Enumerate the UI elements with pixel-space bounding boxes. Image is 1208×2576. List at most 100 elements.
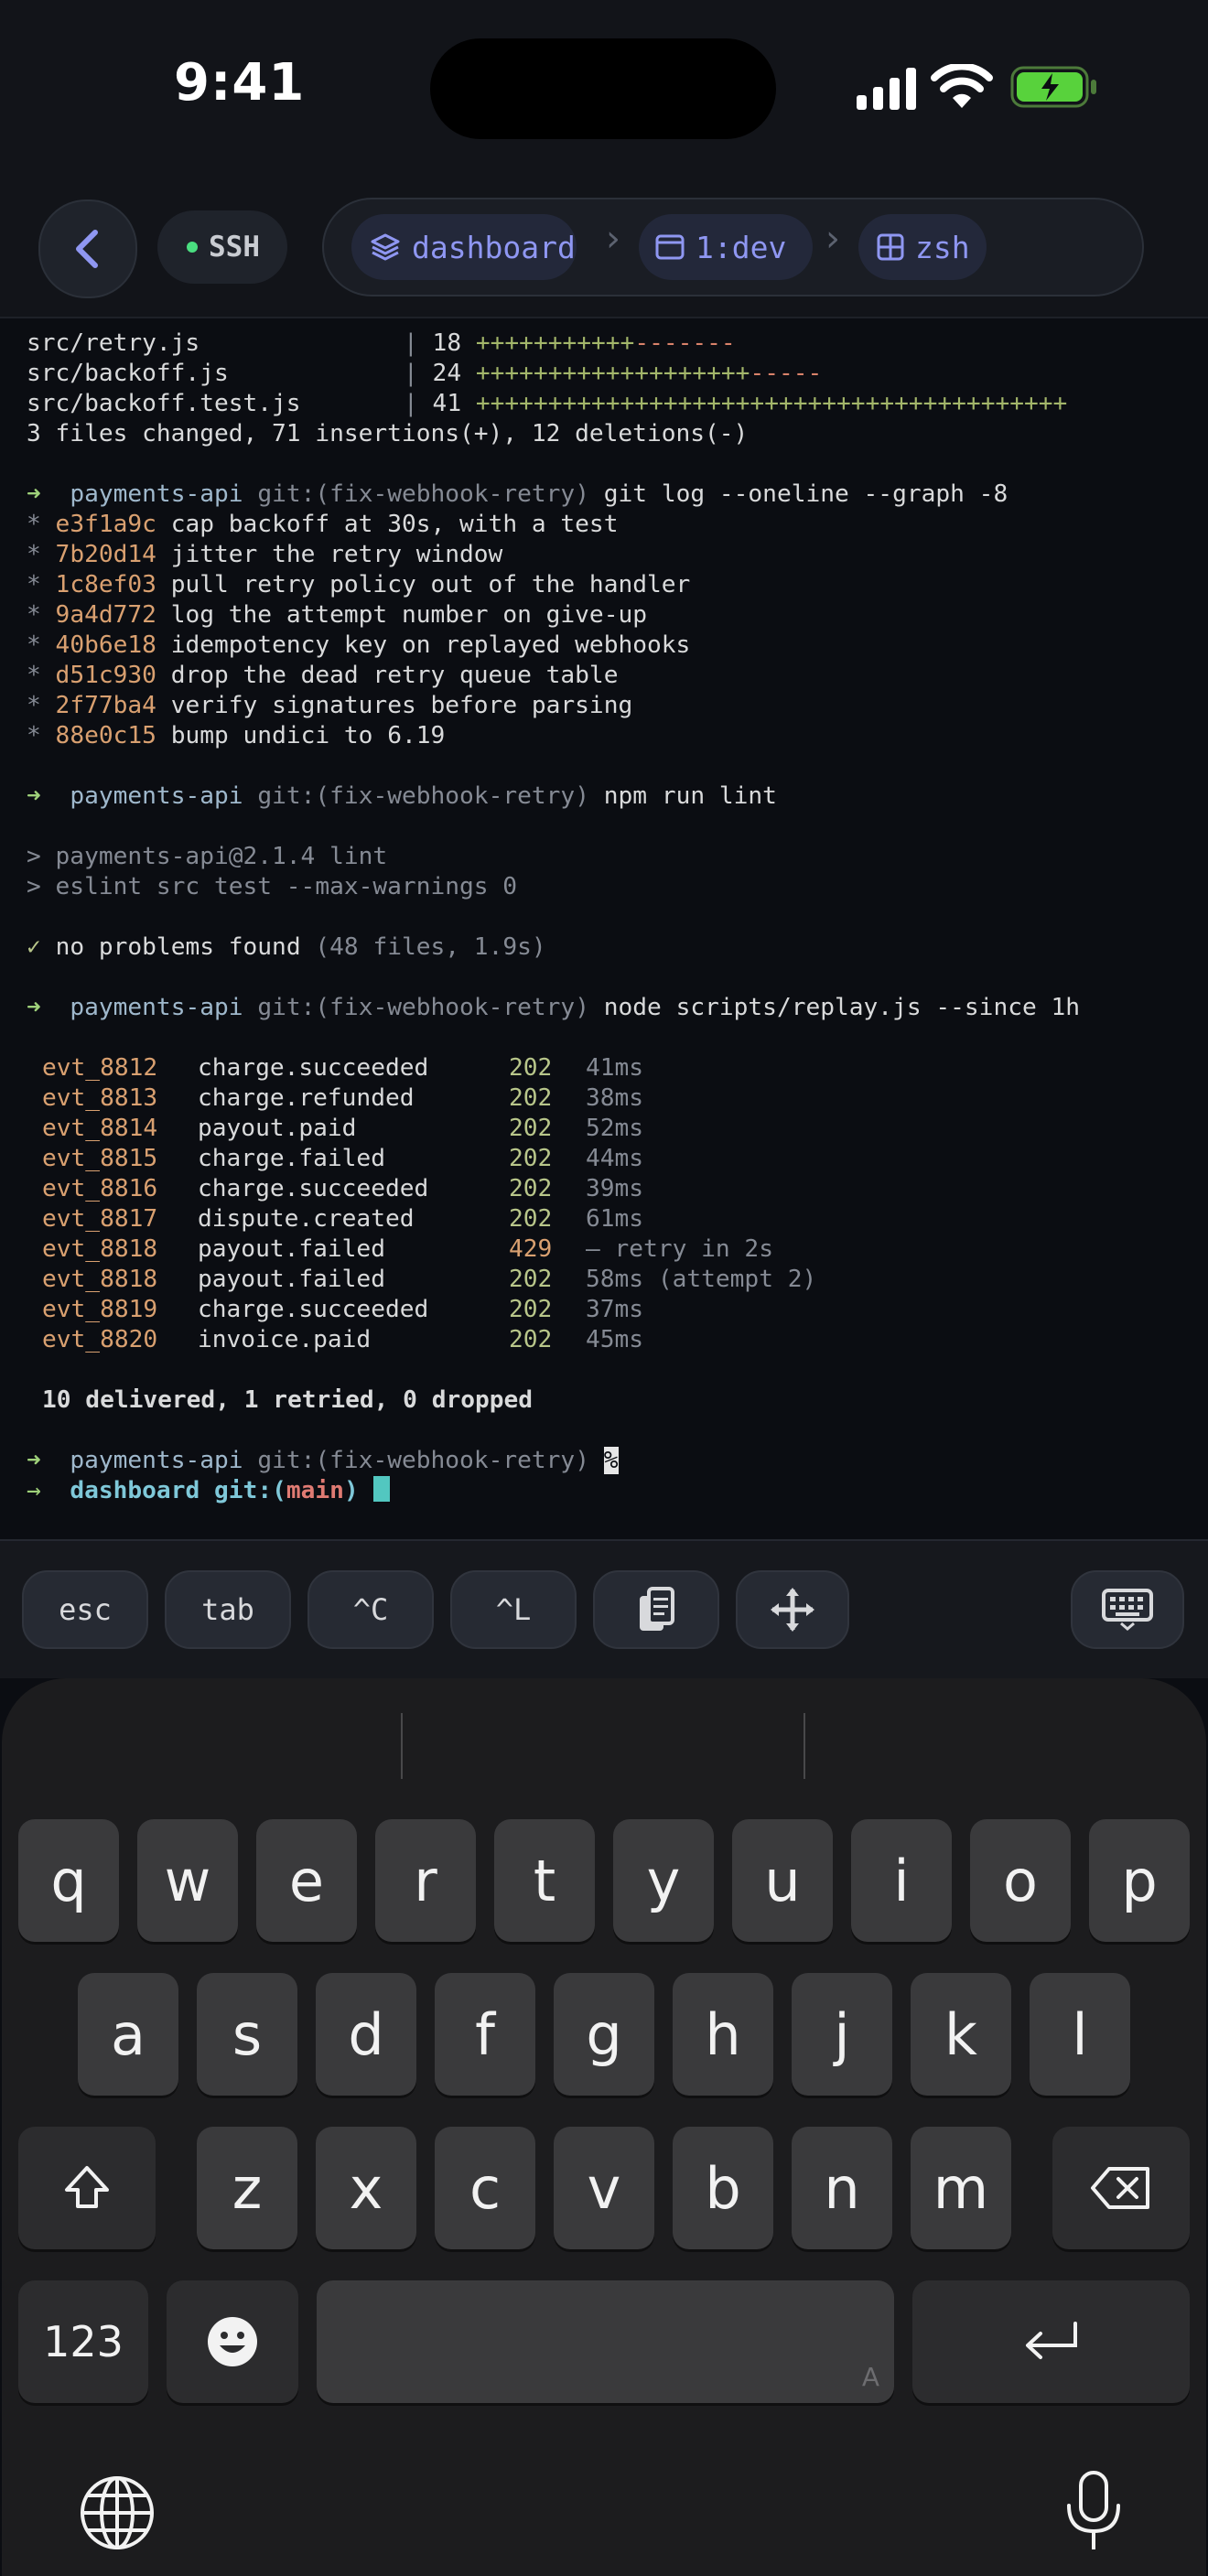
event-line: evt_8816 charge.succeeded 202 39ms (42, 1175, 644, 1202)
key-f[interactable]: f (435, 1973, 535, 2096)
lint-output-line: > eslint src test --max-warnings 0 (27, 873, 518, 900)
move-icon (771, 1588, 814, 1632)
key-r[interactable]: r (375, 1819, 476, 1942)
prompt-arrow-icon: → (27, 1477, 41, 1504)
key-u[interactable]: u (732, 1819, 833, 1942)
clipboard-icon (640, 1587, 674, 1631)
prompt-line: ➜ payments-api git:(fix-webhook-retry) n… (27, 782, 777, 810)
event-line: evt_8818 payout.failed 429— retry in 2s (42, 1235, 773, 1263)
commit-line: * 2f77ba4 verify signatures before parsi… (27, 692, 633, 719)
active-prompt-line[interactable]: → dashboard git:(main) (27, 1476, 390, 1506)
hide-keyboard-button[interactable] (1071, 1570, 1184, 1649)
globe-icon[interactable] (79, 2474, 156, 2551)
signal-bars-icon (857, 68, 916, 110)
breadcrumb-pane-label: zsh (915, 229, 970, 265)
key-i[interactable]: i (851, 1819, 952, 1942)
key-c[interactable]: c (435, 2127, 535, 2249)
paste-button[interactable] (593, 1570, 719, 1649)
prompt-line: ➜ payments-api git:(fix-webhook-retry) % (27, 1447, 619, 1474)
lint-result-line: ✓ no problems found (48 files, 1.9s) (27, 933, 546, 961)
key-t[interactable]: t (494, 1819, 595, 1942)
breadcrumb-window-label: 1:dev (696, 229, 787, 265)
space-key[interactable]: A (317, 2280, 894, 2403)
key-q[interactable]: q (18, 1819, 119, 1942)
key-m[interactable]: m (911, 2127, 1011, 2249)
breadcrumb-pane[interactable]: zsh (858, 214, 987, 280)
breadcrumb-session[interactable]: dashboard (351, 214, 577, 280)
event-line: evt_8813 charge.refunded 202 38ms (42, 1084, 644, 1112)
back-button[interactable] (38, 199, 137, 298)
event-line: evt_8815 charge.failed 202 44ms (42, 1145, 644, 1172)
layers-icon (371, 233, 400, 261)
battery-charging-icon (1010, 66, 1096, 108)
commit-line: * 88e0c15 bump undici to 6.19 (27, 722, 446, 749)
partial-line-marker: % (603, 1447, 619, 1474)
connection-status-dot (187, 242, 198, 253)
key-g[interactable]: g (554, 1973, 654, 2096)
ctrl-c-key[interactable]: ^C (307, 1570, 434, 1649)
key-x[interactable]: x (316, 2127, 416, 2249)
keyboard-icon (1102, 1589, 1153, 1631)
key-n[interactable]: n (792, 2127, 892, 2249)
prediction-divider (804, 1713, 805, 1779)
event-line: evt_8818 payout.failed 202 58ms (attempt 2) (42, 1266, 817, 1293)
diffstat-line: src/backoff.test.js | 41 ++++++++++++++++… (27, 390, 1068, 417)
prompt-arrow-icon: ➜ (27, 1447, 41, 1474)
key-h[interactable]: h (673, 1973, 773, 2096)
key-z[interactable]: z (197, 2127, 297, 2249)
space-key-hint: A (861, 2362, 879, 2392)
tab-key[interactable]: tab (165, 1570, 291, 1649)
emoji-key[interactable] (167, 2280, 298, 2403)
key-y[interactable]: y (613, 1819, 714, 1942)
accessory-key-bar: esc tab ^C ^L (0, 1539, 1208, 1680)
terminal-header: SSH dashboard › 1:dev › zsh (0, 183, 1208, 318)
return-key[interactable] (912, 2280, 1190, 2403)
key-p[interactable]: p (1089, 1819, 1190, 1942)
key-l[interactable]: l (1030, 1973, 1130, 2096)
numbers-key[interactable]: 123 (18, 2280, 148, 2403)
commit-line: * d51c930 drop the dead retry queue tabl… (27, 662, 619, 689)
shift-key[interactable] (18, 2127, 156, 2249)
key-v[interactable]: v (554, 2127, 654, 2249)
key-a[interactable]: a (78, 1973, 178, 2096)
terminal-output[interactable]: src/retry.js | 18 +++++++++++------- src/… (0, 318, 1208, 1539)
event-line: evt_8817 dispute.created 202 61ms (42, 1205, 644, 1233)
key-e[interactable]: e (256, 1819, 357, 1942)
prompt-arrow-icon: ➜ (27, 480, 41, 508)
breadcrumb-separator-icon: › (825, 218, 840, 260)
dynamic-island (430, 38, 776, 139)
key-w[interactable]: w (137, 1819, 238, 1942)
commit-line: * 7b20d14 jitter the retry window (27, 541, 503, 568)
diffstat-line: src/backoff.js | 24 +++++++++++++++++++--… (27, 360, 823, 387)
connection-label: SSH (209, 231, 260, 264)
move-cursor-button[interactable] (736, 1570, 849, 1649)
wifi-icon (931, 64, 993, 108)
event-line: evt_8819 charge.succeeded 202 37ms (42, 1296, 644, 1323)
ctrl-l-key[interactable]: ^L (450, 1570, 577, 1649)
status-bar: 9:41 (0, 0, 1208, 183)
chevron-left-icon (76, 230, 98, 268)
key-o[interactable]: o (970, 1819, 1071, 1942)
commit-line: * 9a4d772 log the attempt number on give… (27, 601, 647, 629)
commit-line: * e3f1a9c cap backoff at 30s, with a tes… (27, 511, 619, 538)
key-k[interactable]: k (911, 1973, 1011, 2096)
microphone-icon[interactable] (1062, 2469, 1126, 2553)
breadcrumb-window[interactable]: 1:dev (639, 214, 813, 280)
connection-badge: SSH (157, 210, 287, 284)
key-j[interactable]: j (792, 1973, 892, 2096)
event-line: evt_8820 invoice.paid 202 45ms (42, 1326, 644, 1353)
prompt-arrow-icon: ➜ (27, 782, 41, 810)
prompt-line: ➜ payments-api git:(fix-webhook-retry) n… (27, 994, 1081, 1021)
diffstat-summary: 3 files changed, 71 insertions(+), 12 de… (27, 420, 749, 447)
keyboard-panel: q w e r t y u i o p a s d f g h j k l z … (2, 1678, 1206, 2576)
event-line: evt_8814 payout.paid 202 52ms (42, 1115, 644, 1142)
esc-key[interactable]: esc (22, 1570, 148, 1649)
return-icon (1025, 2322, 1077, 2359)
key-s[interactable]: s (197, 1973, 297, 2096)
key-d[interactable]: d (316, 1973, 416, 2096)
breadcrumb: dashboard › 1:dev › zsh (322, 198, 1144, 296)
breadcrumb-session-label: dashboard (412, 229, 576, 265)
key-b[interactable]: b (673, 2127, 773, 2249)
delete-key[interactable] (1052, 2127, 1190, 2249)
check-icon: ✓ (27, 933, 41, 961)
